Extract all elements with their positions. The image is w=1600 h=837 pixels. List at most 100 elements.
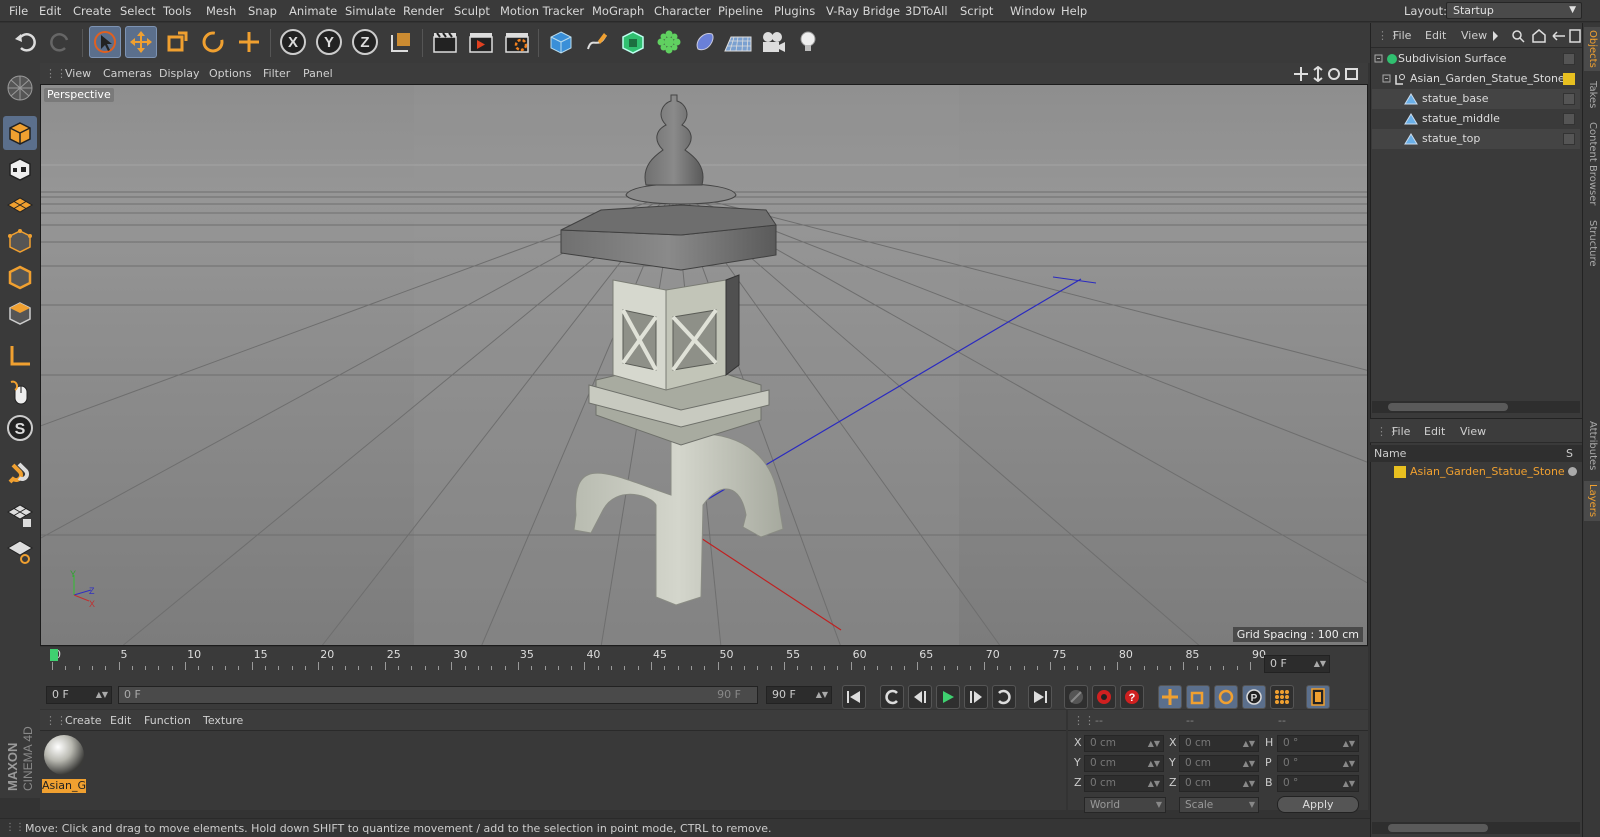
tab-content-browser[interactable]: Content Browser — [1584, 119, 1600, 209]
object-row-statue-middle[interactable]: statue_middle — [1372, 109, 1580, 129]
layers-menu-file[interactable]: File — [1392, 425, 1410, 438]
menu-select[interactable]: Select — [120, 4, 155, 18]
menu-motion-tracker[interactable]: Motion Tracker — [500, 4, 584, 18]
coord-pos-z-field[interactable]: 0 cm ▲▼ — [1084, 775, 1164, 792]
edge-mode-button[interactable] — [3, 260, 37, 294]
point-mode-button[interactable] — [3, 224, 37, 258]
rotate-tool-button[interactable] — [197, 26, 229, 58]
workplane-lock-button[interactable] — [3, 499, 37, 533]
previous-frame-button[interactable] — [908, 685, 932, 709]
menu-help[interactable]: Help — [1061, 4, 1087, 18]
objects-menu-edit[interactable]: Edit — [1425, 29, 1446, 42]
add-camera-button[interactable] — [757, 26, 789, 58]
workplane-mode-button[interactable] — [3, 188, 37, 222]
z-axis-lock-button[interactable]: Z — [349, 26, 381, 58]
viewport-menu-cameras[interactable]: Cameras — [103, 67, 152, 80]
layers-menu-view[interactable]: View — [1460, 425, 1486, 438]
tab-takes[interactable]: Takes — [1584, 79, 1600, 111]
move-tool-button[interactable] — [125, 26, 157, 58]
record-rotation-button[interactable] — [1214, 685, 1238, 709]
coord-rot-b-field[interactable]: 0 ° ▲▼ — [1277, 775, 1359, 792]
coord-pos-x-field[interactable]: 0 cm ▲▼ — [1084, 735, 1164, 752]
menu-plugins[interactable]: Plugins — [774, 4, 815, 18]
menu-sculpt[interactable]: Sculpt — [454, 4, 490, 18]
menu-mograph[interactable]: MoGraph — [592, 4, 644, 18]
render-settings-button[interactable] — [501, 26, 533, 58]
coord-rot-p-field[interactable]: 0 ° ▲▼ — [1277, 755, 1359, 772]
scrollbar-thumb[interactable] — [1388, 824, 1488, 832]
menu-render[interactable]: Render — [403, 4, 444, 18]
preview-range-slider[interactable]: 0 F 90 F — [118, 686, 758, 704]
visibility-toggle[interactable] — [1563, 113, 1575, 125]
coord-pos-y-field[interactable]: 0 cm ▲▼ — [1084, 755, 1164, 772]
keyframe-selection-button[interactable]: ? — [1120, 685, 1144, 709]
viewport-menu-options[interactable]: Options — [209, 67, 251, 80]
objects-horizontal-scrollbar[interactable] — [1372, 401, 1580, 413]
apply-button[interactable]: Apply — [1277, 796, 1359, 813]
scheme-settings-button[interactable] — [1306, 685, 1330, 709]
scrollbar-thumb[interactable] — [1388, 403, 1508, 411]
visibility-toggle[interactable] — [1563, 133, 1575, 145]
go-to-start-button[interactable] — [842, 685, 866, 709]
axis-mode-button[interactable] — [3, 339, 37, 373]
layers-col-name[interactable]: Name — [1374, 447, 1406, 460]
layer-color-swatch[interactable] — [1394, 466, 1406, 478]
texture-mode-button[interactable] — [3, 152, 37, 186]
render-to-picture-viewer-button[interactable] — [465, 26, 497, 58]
menu-3dtoall[interactable]: 3DToAll — [905, 4, 948, 18]
layers-horizontal-scrollbar[interactable] — [1372, 822, 1580, 834]
menu-tools[interactable]: Tools — [163, 4, 191, 18]
add-mograph-cloner-button[interactable] — [653, 26, 685, 58]
tab-structure[interactable]: Structure — [1584, 217, 1600, 269]
menu-create[interactable]: Create — [73, 4, 111, 18]
go-to-end-button[interactable] — [1028, 685, 1052, 709]
menu-window[interactable]: Window — [1010, 4, 1055, 18]
object-row-statue-base[interactable]: statue_base — [1372, 89, 1580, 109]
coord-size-mode-select[interactable]: Scale ▼ — [1179, 797, 1259, 813]
viewport-menu-display[interactable]: Display — [159, 67, 200, 80]
add-deformer-button[interactable] — [689, 26, 721, 58]
material-menu-function[interactable]: Function — [144, 714, 191, 727]
objects-menu-file[interactable]: File — [1393, 29, 1411, 42]
previous-keyframe-button[interactable] — [880, 685, 904, 709]
start-frame-field[interactable]: 0 F ▲▼ — [46, 686, 112, 704]
add-cube-button[interactable] — [545, 26, 577, 58]
menu-simulate[interactable]: Simulate — [345, 4, 396, 18]
layer-row-asian-garden-statue-stone[interactable]: Asian_Garden_Statue_Stone — [1372, 462, 1580, 482]
object-row-statue-top[interactable]: statue_top — [1372, 129, 1580, 149]
menu-edit[interactable]: Edit — [39, 4, 61, 18]
transform-tool-button[interactable] — [233, 26, 265, 58]
add-subdivision-button[interactable] — [617, 26, 649, 58]
menu-file[interactable]: File — [9, 4, 28, 18]
material-swatch[interactable]: Asian_G — [42, 734, 86, 793]
coord-size-z-field[interactable]: 0 cm ▲▼ — [1179, 775, 1259, 792]
timeline-ticks-area[interactable]: 051015202530354045505560657075808590 — [48, 648, 1266, 670]
make-editable-button[interactable] — [3, 71, 37, 105]
live-selection-button[interactable] — [89, 26, 121, 58]
current-frame-field[interactable]: 0 F ▲▼ — [1264, 655, 1330, 673]
record-scale-button[interactable] — [1186, 685, 1210, 709]
objects-toolbar-icons[interactable] — [1491, 28, 1583, 44]
x-axis-lock-button[interactable]: X — [277, 26, 309, 58]
scale-tool-button[interactable] — [161, 26, 193, 58]
record-point-level-button[interactable] — [1270, 685, 1294, 709]
tab-layers[interactable]: Layers — [1584, 481, 1600, 521]
undo-button[interactable] — [9, 26, 41, 58]
menu-pipeline[interactable]: Pipeline — [718, 4, 763, 18]
viewport-menu-panel[interactable]: Panel — [303, 67, 333, 80]
viewport-menu-view[interactable]: View — [65, 67, 91, 80]
add-floor-button[interactable] — [722, 26, 754, 58]
coord-space-select[interactable]: World ▼ — [1084, 797, 1166, 813]
layers-menu-edit[interactable]: Edit — [1424, 425, 1445, 438]
coordinate-system-button[interactable] — [385, 26, 417, 58]
layer-color-swatch[interactable] — [1563, 73, 1575, 85]
tab-objects[interactable]: Objects — [1584, 27, 1600, 71]
visibility-toggle[interactable] — [1563, 53, 1575, 65]
polygon-mode-button[interactable] — [3, 296, 37, 330]
visibility-toggle[interactable] — [1563, 93, 1575, 105]
menu-mesh[interactable]: Mesh — [206, 4, 236, 18]
menu-vray-bridge[interactable]: V-Ray Bridge — [826, 4, 900, 18]
layout-select[interactable]: Startup ▼ — [1446, 2, 1582, 19]
viewport-navigation-icons[interactable] — [1294, 66, 1364, 82]
autokeying-button[interactable] — [1092, 685, 1116, 709]
